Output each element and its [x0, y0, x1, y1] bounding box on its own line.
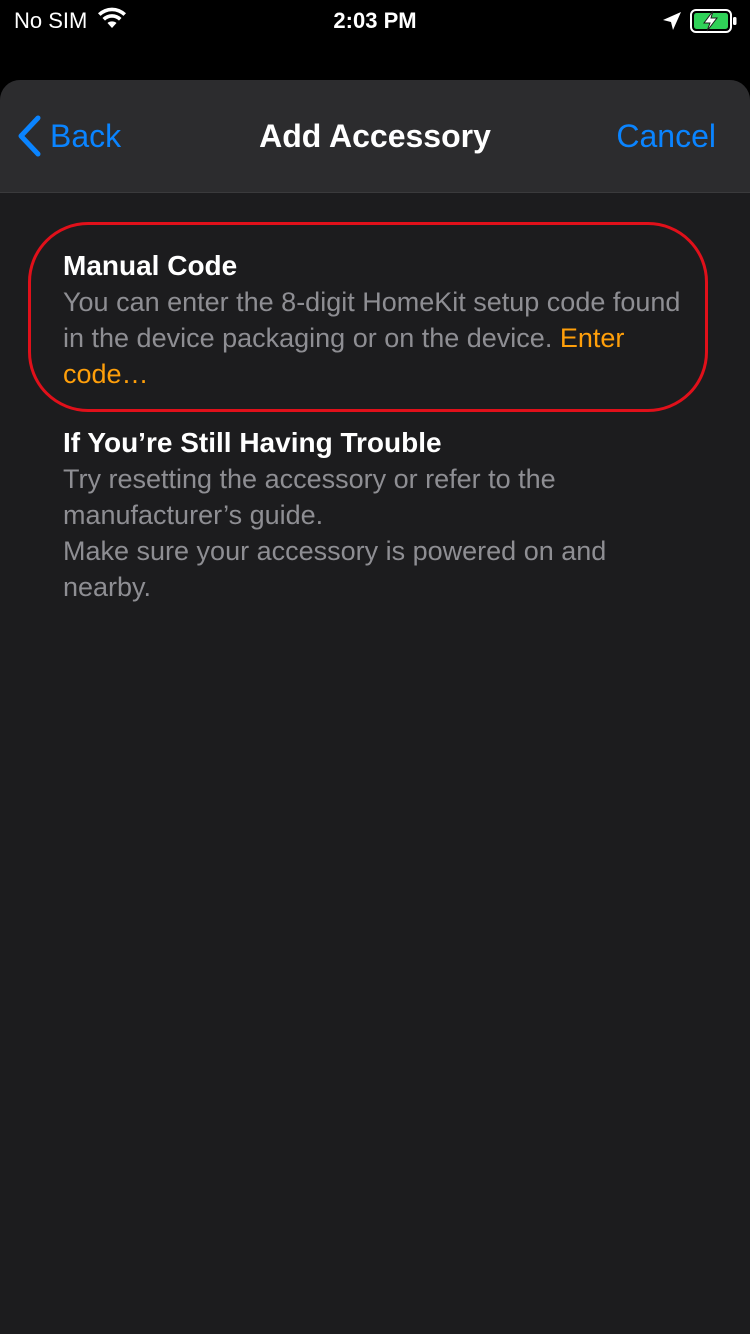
manual-code-body: You can enter the 8-digit HomeKit setup …: [63, 284, 693, 392]
trouble-line-1: Try resetting the accessory or refer to …: [63, 464, 556, 530]
manual-code-title: Manual Code: [63, 250, 238, 281]
status-bar: No SIM 2:03 PM: [0, 0, 750, 42]
battery-charging-icon: [690, 9, 738, 33]
manual-code-section: Manual Code You can enter the 8-digit Ho…: [63, 248, 693, 392]
trouble-section: If You’re Still Having Trouble Try reset…: [63, 425, 693, 605]
add-accessory-sheet: Back Add Accessory Cancel Manual Code Yo…: [0, 80, 750, 1334]
navigation-bar: Back Add Accessory Cancel: [0, 80, 750, 193]
status-right: [662, 7, 738, 35]
cancel-button[interactable]: Cancel: [616, 114, 716, 158]
trouble-line-2: Make sure your accessory is powered on a…: [63, 536, 607, 602]
trouble-title: If You’re Still Having Trouble: [63, 427, 442, 458]
location-icon: [662, 11, 682, 31]
status-time: 2:03 PM: [333, 8, 417, 33]
